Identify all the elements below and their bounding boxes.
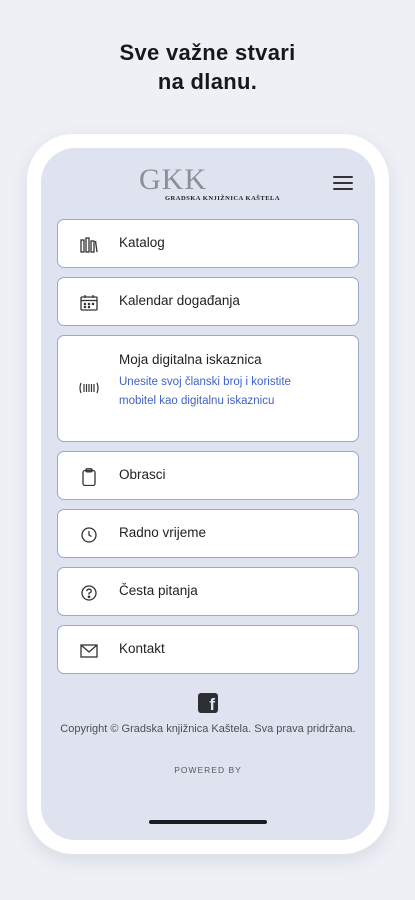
calendar-icon	[79, 293, 99, 313]
menu-item-opening-hours[interactable]: Radno vrijeme	[57, 509, 359, 558]
clock-icon	[79, 525, 99, 545]
menu-item-forms[interactable]: Obrasci	[57, 451, 359, 500]
question-icon	[79, 583, 99, 603]
menu-item-label: Obrasci	[119, 467, 166, 482]
menu-item-label: Kontakt	[119, 641, 165, 656]
app-screen: GKK GRADSKA KNJIŽNICA KAŠTELA Katalog Ka…	[41, 148, 375, 840]
menu-item-catalog[interactable]: Katalog	[57, 219, 359, 268]
home-indicator[interactable]	[149, 820, 267, 824]
menu-item-label: Kalendar događanja	[119, 293, 240, 308]
headline: Sve važne stvari na dlanu.	[0, 38, 415, 96]
headline-line-1: Sve važne stvari	[119, 40, 296, 65]
facebook-icon[interactable]: f	[198, 693, 218, 714]
powered-by-text: POWERED BY	[174, 765, 242, 775]
menu-item-label: Katalog	[119, 235, 165, 250]
menu-item-faq[interactable]: Česta pitanja	[57, 567, 359, 616]
logo-mark: GKK	[139, 163, 207, 196]
hamburger-menu-icon[interactable]	[333, 176, 353, 192]
logo-subtitle: GRADSKA KNJIŽNICA KAŠTELA	[165, 195, 281, 202]
headline-line-2: na dlanu.	[157, 69, 258, 94]
barcode-icon	[79, 378, 99, 398]
clipboard-icon	[79, 467, 99, 487]
catalog-icon	[79, 235, 99, 255]
menu-item-contact[interactable]: Kontakt	[57, 625, 359, 674]
menu-item-calendar[interactable]: Kalendar događanja	[57, 277, 359, 326]
menu-item-label: Moja digitalna iskaznica	[119, 352, 262, 367]
menu-list: Katalog Kalendar događanja Moja digitaln…	[57, 219, 359, 683]
menu-item-digital-card[interactable]: Moja digitalna iskaznica Unesite svoj čl…	[57, 335, 359, 442]
facebook-glyph: f	[209, 695, 215, 714]
mail-icon	[79, 641, 99, 661]
menu-item-label: Česta pitanja	[119, 583, 198, 598]
menu-item-description: Unesite svoj članski broj i koristite mo…	[119, 376, 291, 407]
menu-item-label: Radno vrijeme	[119, 525, 207, 540]
app-header: GKK GRADSKA KNJIŽNICA KAŠTELA	[41, 148, 375, 214]
app-footer: f Copyright © Gradska knjižnica Kaštela.…	[41, 693, 375, 775]
copyright-text: Copyright © Gradska knjižnica Kaštela. S…	[60, 723, 356, 735]
library-logo[interactable]: GKK GRADSKA KNJIŽNICA KAŠTELA	[139, 163, 281, 208]
